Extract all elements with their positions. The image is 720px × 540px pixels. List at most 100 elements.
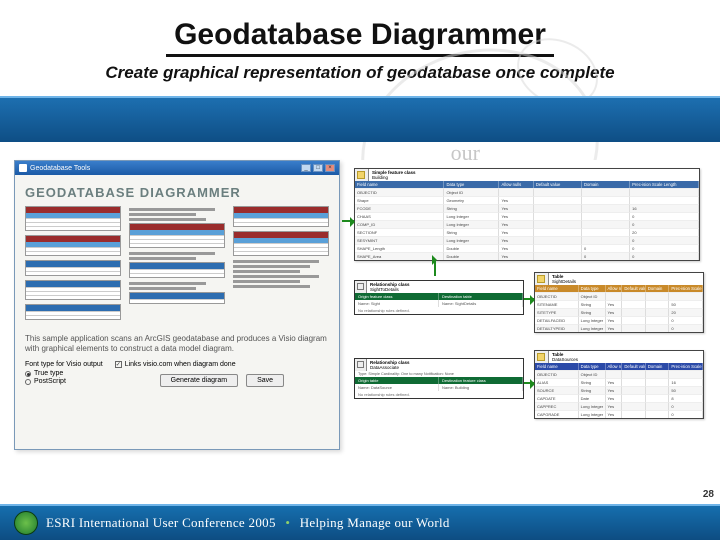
table-row: CAPDATEDateYes8: [535, 394, 703, 402]
table-row: SOURCEStringYes50: [535, 386, 703, 394]
preview-table: [129, 223, 225, 248]
column-header: Default value: [622, 285, 646, 292]
relationship-panel-1: Relationship classSightToDetails Origin …: [354, 280, 524, 315]
column-header: Allow nulls: [499, 181, 533, 188]
rel1-dest-name: Name: SightDetails: [439, 300, 523, 307]
fc-subtitle: Building: [372, 175, 388, 180]
preview-text-line: [233, 280, 300, 283]
connector-arrow: [524, 298, 534, 300]
table-row: CAPPRECLong IntegerYes0: [535, 402, 703, 410]
table-row: OBJECTIDObject ID: [355, 188, 699, 196]
column-header: Field name: [355, 181, 444, 188]
radio-postscript[interactable]: [25, 379, 31, 385]
table-panel-datasources: TableDataSources Field nameData typeAllo…: [534, 350, 704, 419]
radio-truetype-label: True type: [34, 370, 63, 377]
preview-table: [233, 206, 329, 227]
table-row: CAPGRADELong IntegerYes0: [535, 410, 703, 418]
table-row: OBJECTIDObject ID: [535, 292, 703, 300]
table-row: FCODEStringYes16: [355, 204, 699, 212]
content-area: Geodatabase Tools _ □ × GEODATABASE DIAG…: [14, 160, 706, 460]
generate-diagram-button[interactable]: Generate diagram: [160, 374, 238, 387]
table-row: ALIASStringYes16: [535, 378, 703, 386]
rel2-footer: No relationship rules defined.: [355, 391, 523, 398]
tbl2-subtitle: DataSources: [552, 357, 578, 362]
table-panel-sightdetails: TableSightDetails Field nameData typeAll…: [534, 272, 704, 333]
preview-table: [129, 262, 225, 278]
preview-table: [25, 304, 121, 320]
app-icon: [19, 164, 27, 172]
column-header: Data type: [444, 181, 499, 188]
app-heading: GEODATABASE DIAGRAMMER: [25, 185, 329, 200]
table-row: SECTIONFStringYes20: [355, 228, 699, 236]
preview-text-line: [129, 218, 206, 221]
minimize-button[interactable]: _: [301, 164, 311, 172]
app-window: Geodatabase Tools _ □ × GEODATABASE DIAG…: [14, 160, 340, 450]
table-row: SITENAMEStringYes50: [535, 300, 703, 308]
column-header: Field name: [535, 363, 579, 370]
window-title: Geodatabase Tools: [30, 165, 301, 172]
column-header: Allow nulls: [606, 363, 623, 370]
rel1-origin-header: Origin feature class: [355, 293, 439, 300]
table-row: SITETYPEStringYes20: [535, 308, 703, 316]
checkbox-link-visio[interactable]: ✓: [115, 361, 122, 368]
tbl1-subtitle: SightDetails: [552, 279, 576, 284]
save-button[interactable]: Save: [246, 374, 284, 387]
column-header: Domain: [582, 181, 630, 188]
rel1-subtitle: SightToDetails: [370, 287, 399, 292]
slide-subtitle: Create graphical representation of geoda…: [0, 63, 720, 83]
rel2-dest-header: Destination feature class: [439, 377, 523, 384]
window-titlebar: Geodatabase Tools _ □ ×: [15, 161, 339, 175]
relationship-panel-2: Relationship classDataAssociate Type: Si…: [354, 358, 524, 399]
rel1-dest-header: Destination table: [439, 293, 523, 300]
globe-icon: [14, 511, 38, 535]
font-type-label: Font type for Visio output: [25, 361, 103, 368]
page-number: 28: [703, 489, 714, 500]
table-row: ShapeGeometryYes: [355, 196, 699, 204]
preview-text-line: [129, 208, 215, 211]
column-header: Prec-ision Scale Length: [630, 181, 699, 188]
preview-text-line: [129, 257, 196, 260]
table-row: CHAASLong IntegerYes0: [355, 212, 699, 220]
column-header: Data type: [579, 363, 606, 370]
preview-table: [25, 260, 121, 276]
feature-class-panel: Simple feature classBuilding Field nameD…: [354, 168, 700, 261]
preview-table: [25, 280, 121, 300]
preview-text-line: [233, 260, 319, 263]
footer-separator-icon: •: [285, 515, 290, 530]
maximize-button[interactable]: □: [313, 164, 323, 172]
column-header: Domain: [646, 285, 670, 292]
preview-text-line: [129, 213, 196, 216]
connector-arrow: [434, 260, 436, 276]
table-row: DETAILFACEIDLong IntegerYes0: [535, 316, 703, 324]
radio-postscript-label: PostScript: [34, 378, 66, 385]
preview-table: [25, 206, 121, 231]
preview-text-line: [129, 252, 215, 255]
preview-table: [233, 231, 329, 256]
column-header: Prec-ision Scale Length: [669, 363, 703, 370]
preview-text-line: [129, 287, 196, 290]
column-header: Prec-ision Scale Length: [669, 285, 703, 292]
footer-text-b: Helping Manage our World: [300, 515, 450, 530]
preview-text-line: [233, 275, 319, 278]
font-type-group: Font type for Visio output True type Pos…: [25, 361, 103, 386]
radio-truetype[interactable]: [25, 371, 31, 377]
connector-arrow: [342, 220, 354, 222]
rel2-dest-name: Name: Building: [439, 384, 523, 391]
table-row: SESYMINTLong IntegerYes0: [355, 236, 699, 244]
app-description: This sample application scans an ArcGIS …: [25, 334, 329, 353]
table-row: COMP_IDLong IntegerYes0: [355, 220, 699, 228]
column-header: Allow nulls: [606, 285, 623, 292]
decorative-band: [0, 96, 720, 142]
table-row: DETAILTYPEIDLong IntegerYes0: [535, 324, 703, 332]
close-button[interactable]: ×: [325, 164, 335, 172]
rel2-origin-name: Name: DataSource: [355, 384, 439, 391]
preview-text-line: [233, 285, 310, 288]
connector-arrow: [524, 382, 534, 384]
column-header: Default value: [622, 363, 646, 370]
preview-text-line: [233, 265, 310, 268]
table-row: SHAPE_LengthDoubleYes00: [355, 244, 699, 252]
preview-table: [25, 235, 121, 256]
preview-text-line: [233, 270, 300, 273]
preview-text-line: [129, 282, 206, 285]
footer-text-a: ESRI International User Conference 2005: [46, 515, 276, 530]
